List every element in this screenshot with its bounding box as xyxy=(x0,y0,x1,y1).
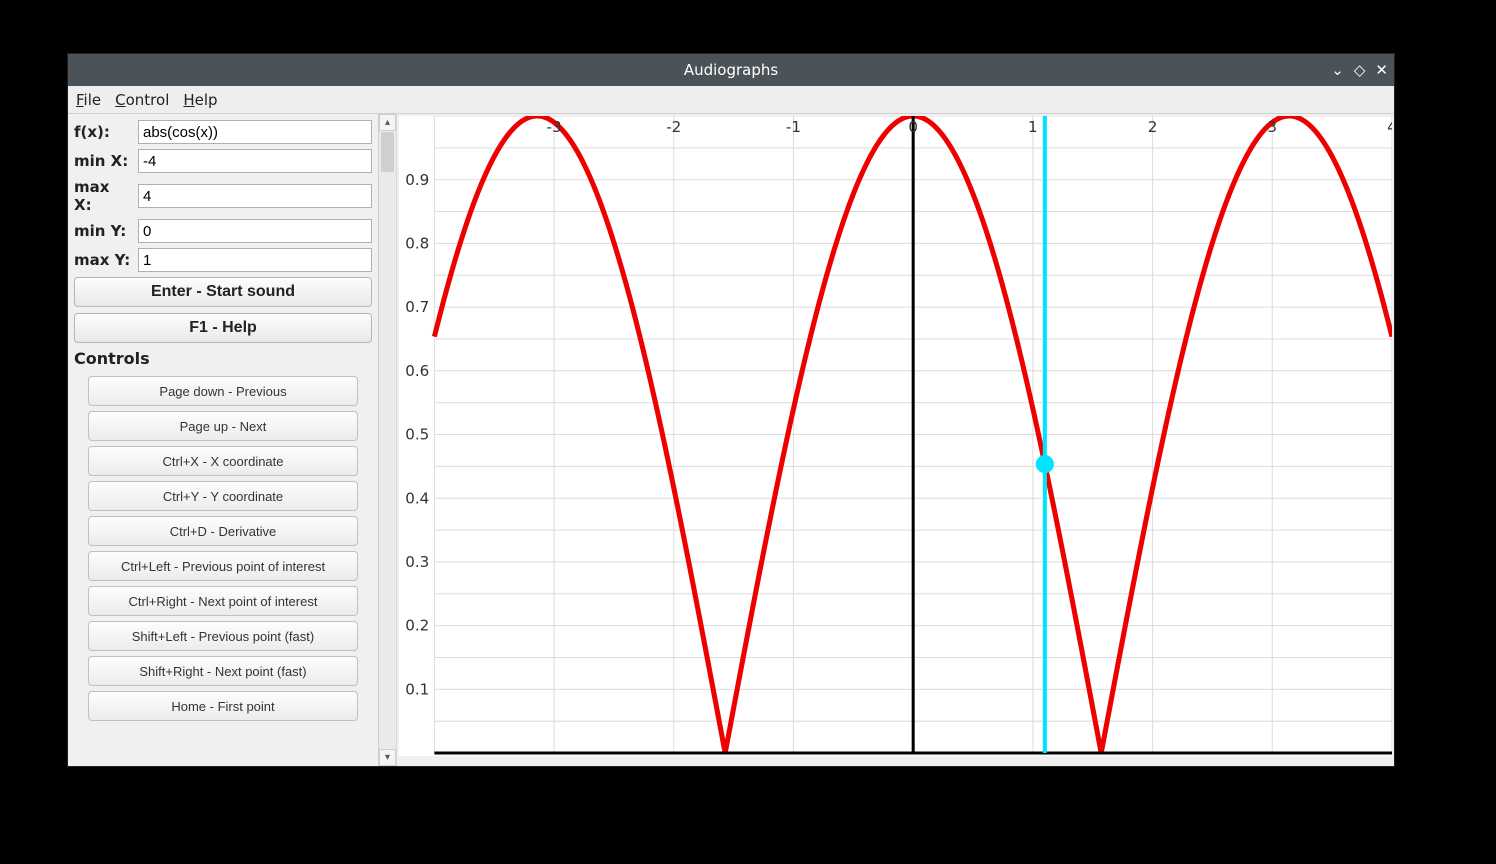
controls-title: Controls xyxy=(74,349,372,368)
control-button-5[interactable]: Ctrl+Left - Previous point of interest xyxy=(88,551,358,581)
svg-text:1: 1 xyxy=(1028,118,1038,136)
miny-input[interactable] xyxy=(138,219,372,243)
app-window: Audiographs ⌄ ◇ ✕ File Control Help f(x)… xyxy=(67,53,1395,767)
svg-text:0.7: 0.7 xyxy=(405,298,429,316)
control-button-2[interactable]: Ctrl+X - X coordinate xyxy=(88,446,358,476)
maxy-label: max Y: xyxy=(74,251,132,269)
svg-text:-2: -2 xyxy=(666,118,681,136)
svg-text:0.3: 0.3 xyxy=(405,553,429,571)
minx-input[interactable] xyxy=(138,149,372,173)
control-button-6[interactable]: Ctrl+Right - Next point of interest xyxy=(88,586,358,616)
plot-area[interactable]: -3 -2 -1 0 1 2 3 4 0.1 0.2 0.3 0.4 0.5 0.6 0.7 0.8 0.9 xyxy=(399,116,1392,756)
menubar: File Control Help xyxy=(68,86,1394,114)
window-title: Audiographs xyxy=(68,61,1394,79)
svg-text:0.6: 0.6 xyxy=(405,362,429,380)
help-button[interactable]: F1 - Help xyxy=(74,313,372,343)
maxy-input[interactable] xyxy=(138,248,372,272)
menu-help[interactable]: Help xyxy=(183,91,217,109)
maximize-icon[interactable]: ◇ xyxy=(1354,61,1366,79)
control-button-0[interactable]: Page down - Previous xyxy=(88,376,358,406)
svg-text:0.4: 0.4 xyxy=(405,489,429,507)
maxx-label: max X: xyxy=(74,178,132,214)
menu-file[interactable]: File xyxy=(76,91,101,109)
control-button-4[interactable]: Ctrl+D - Derivative xyxy=(88,516,358,546)
maxx-input[interactable] xyxy=(138,184,372,208)
minimize-icon[interactable]: ⌄ xyxy=(1331,61,1344,79)
svg-text:0.8: 0.8 xyxy=(405,234,429,252)
fx-input[interactable] xyxy=(138,120,372,144)
control-button-1[interactable]: Page up - Next xyxy=(88,411,358,441)
svg-text:2: 2 xyxy=(1148,118,1158,136)
control-button-9[interactable]: Home - First point xyxy=(88,691,358,721)
svg-text:3: 3 xyxy=(1267,118,1277,136)
svg-text:0: 0 xyxy=(908,118,918,136)
titlebar[interactable]: Audiographs ⌄ ◇ ✕ xyxy=(68,54,1394,86)
miny-label: min Y: xyxy=(74,222,132,240)
menu-control[interactable]: Control xyxy=(115,91,169,109)
svg-text:-1: -1 xyxy=(786,118,801,136)
svg-text:0.1: 0.1 xyxy=(405,680,429,698)
scroll-thumb[interactable] xyxy=(381,132,394,172)
svg-text:4: 4 xyxy=(1387,118,1392,136)
left-scrollbar[interactable]: ▴ ▾ xyxy=(378,114,396,766)
fx-label: f(x): xyxy=(74,123,132,141)
left-panel: f(x): min X: max X: min Y: xyxy=(68,114,378,766)
svg-text:-3: -3 xyxy=(547,118,562,136)
control-button-3[interactable]: Ctrl+Y - Y coordinate xyxy=(88,481,358,511)
start-sound-button[interactable]: Enter - Start sound xyxy=(74,277,372,307)
control-button-8[interactable]: Shift+Right - Next point (fast) xyxy=(88,656,358,686)
scroll-down-icon[interactable]: ▾ xyxy=(379,749,396,766)
scroll-up-icon[interactable]: ▴ xyxy=(379,114,396,131)
minx-label: min X: xyxy=(74,152,132,170)
close-icon[interactable]: ✕ xyxy=(1375,61,1388,79)
control-button-7[interactable]: Shift+Left - Previous point (fast) xyxy=(88,621,358,651)
svg-text:0.9: 0.9 xyxy=(405,171,429,189)
svg-text:0.5: 0.5 xyxy=(405,426,429,444)
svg-text:0.2: 0.2 xyxy=(405,617,429,635)
